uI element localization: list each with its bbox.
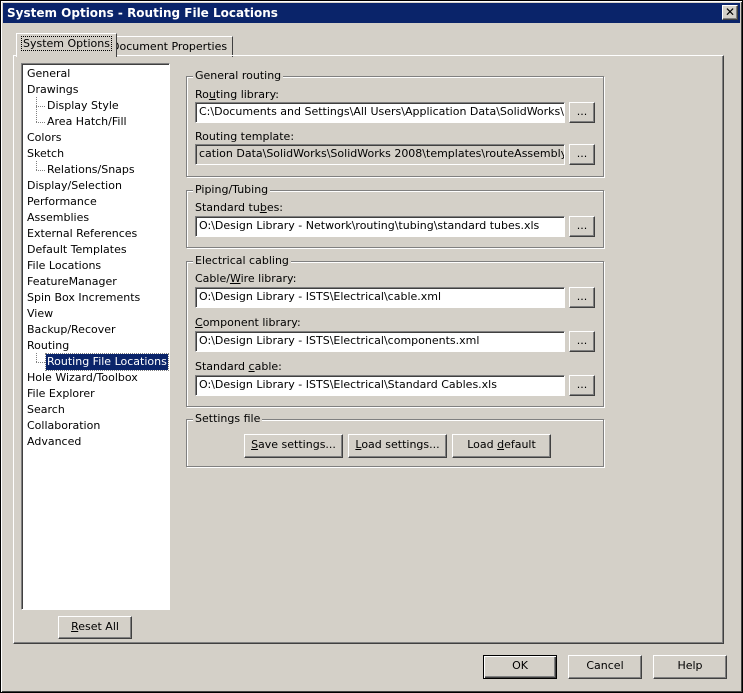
- wire-library-label: Cable/Wire library:: [195, 272, 296, 286]
- component-library-field[interactable]: O:\Design Library - ISTS\Electrical\comp…: [195, 331, 565, 352]
- routing-library-label-post: ting library:: [215, 88, 279, 101]
- tree-connector: [36, 106, 45, 107]
- tree-item[interactable]: External References: [26, 226, 138, 242]
- standard-cable-label-post: able:: [254, 360, 282, 373]
- tree-connector: [36, 170, 45, 171]
- tree-item[interactable]: Default Templates: [26, 242, 128, 258]
- tree-item[interactable]: FeatureManager: [26, 274, 118, 290]
- standard-cable-label: Standard cable:: [195, 360, 282, 374]
- tree-connector: [36, 161, 37, 170]
- electrical-cabling-title: Electrical cabling: [193, 254, 291, 268]
- tree-item[interactable]: Display Style: [46, 98, 120, 114]
- tree-item[interactable]: Area Hatch/Fill: [46, 114, 128, 130]
- standard-cable-field[interactable]: O:\Design Library - ISTS\Electrical\Stan…: [195, 375, 565, 396]
- routing-template-browse-button[interactable]: ...: [569, 144, 595, 165]
- tree-item[interactable]: Performance: [26, 194, 98, 210]
- wire-library-field[interactable]: O:\Design Library - ISTS\Electrical\cabl…: [195, 287, 565, 308]
- tree-connector: [36, 122, 45, 123]
- options-tree[interactable]: General Drawings Display Style Area Hatch/F…: [21, 63, 170, 610]
- piping-tubing-title: Piping/Tubing: [193, 183, 271, 197]
- save-settings-mnemonic: S: [251, 438, 259, 451]
- load-default-button[interactable]: Load default: [452, 434, 551, 458]
- tree-item[interactable]: Assemblies: [26, 210, 90, 226]
- load-default-label-post: efault: [504, 438, 536, 451]
- cancel-button[interactable]: Cancel: [568, 655, 642, 679]
- save-settings-button[interactable]: Save settings...: [244, 434, 343, 458]
- standard-tubes-label-pre: Standard tu: [195, 201, 260, 214]
- routing-template-field[interactable]: cation Data\SolidWorks\SolidWorks 2008\t…: [195, 144, 565, 165]
- tab-document-properties[interactable]: Document Properties: [105, 36, 234, 57]
- tree-connector: [36, 362, 45, 363]
- tree-item[interactable]: Collaboration: [26, 418, 101, 434]
- wire-library-mnemonic: W: [229, 272, 241, 285]
- tree-item[interactable]: General: [26, 66, 71, 82]
- load-settings-button[interactable]: Load settings...: [348, 434, 447, 458]
- reset-all-mn-post: eset All: [78, 620, 119, 633]
- routing-library-field[interactable]: C:\Documents and Settings\All Users\Appl…: [195, 102, 565, 123]
- tree-item[interactable]: Sketch: [26, 146, 65, 162]
- wire-library-label-pre: Cable/: [195, 272, 230, 285]
- component-library-mnemonic: C: [195, 316, 203, 329]
- tree-item[interactable]: Routing: [26, 338, 70, 354]
- standard-tubes-browse-button[interactable]: ...: [569, 216, 595, 237]
- wire-library-label-post: ire library:: [240, 272, 297, 285]
- standard-cable-browse-button[interactable]: ...: [569, 375, 595, 396]
- tree-item[interactable]: View: [26, 306, 54, 322]
- routing-library-label-pre: Ro: [195, 88, 209, 101]
- general-routing-title: General routing: [193, 69, 284, 83]
- help-button[interactable]: Help: [653, 655, 727, 679]
- tree-item[interactable]: Drawings: [26, 82, 79, 98]
- reset-all-button[interactable]: Reset All: [58, 616, 132, 639]
- tab-system-options-label: System Options: [21, 36, 112, 51]
- wire-library-browse-button[interactable]: ...: [569, 287, 595, 308]
- title-bar: System Options - Routing File Locations …: [3, 3, 740, 23]
- tree-item[interactable]: Relations/Snaps: [46, 162, 136, 178]
- component-library-label: Component library:: [195, 316, 301, 330]
- tree-item[interactable]: Routing File Locations: [45, 353, 169, 371]
- tree-item[interactable]: Advanced: [26, 434, 82, 450]
- standard-tubes-mnemonic: b: [259, 201, 267, 214]
- tree-connector: [36, 97, 37, 122]
- tree-item[interactable]: Colors: [26, 130, 62, 146]
- tab-document-properties-label: Document Properties: [111, 40, 228, 53]
- tree-item[interactable]: File Explorer: [26, 386, 96, 402]
- save-settings-label-post: ave settings...: [258, 438, 336, 451]
- window-title: System Options - Routing File Locations: [7, 6, 278, 20]
- settings-file-title: Settings file: [193, 412, 263, 426]
- standard-tubes-label-post: es:: [266, 201, 284, 214]
- system-options-window: System Options - Routing File Locations …: [0, 0, 743, 693]
- routing-library-label: Routing library:: [195, 88, 279, 102]
- tree-item[interactable]: Backup/Recover: [26, 322, 117, 338]
- tree-item[interactable]: Display/Selection: [26, 178, 123, 194]
- routing-library-browse-button[interactable]: ...: [569, 102, 595, 123]
- routing-template-label: Routing template:: [195, 130, 295, 143]
- component-library-label-post: omponent library:: [202, 316, 301, 329]
- tree-item[interactable]: File Locations: [26, 258, 102, 274]
- tree-item[interactable]: Spin Box Increments: [26, 290, 141, 306]
- close-icon[interactable]: ✕: [722, 5, 738, 20]
- load-default-label-pre: Load: [467, 438, 498, 451]
- tree-item[interactable]: Search: [26, 402, 66, 418]
- load-default-mnemonic: d: [497, 438, 505, 451]
- routing-library-mnemonic: u: [208, 88, 216, 101]
- standard-cable-label-pre: Standard: [195, 360, 249, 373]
- ok-button[interactable]: OK: [483, 655, 557, 679]
- tree-connector: [36, 353, 37, 362]
- load-settings-label-post: oad settings...: [361, 438, 440, 451]
- tree-item[interactable]: Hole Wizard/Toolbox: [26, 370, 139, 386]
- tab-system-options[interactable]: System Options: [16, 33, 117, 57]
- standard-tubes-field[interactable]: O:\Design Library - Network\routing\tubi…: [195, 216, 565, 237]
- standard-tubes-label: Standard tubes:: [195, 201, 283, 215]
- component-library-browse-button[interactable]: ...: [569, 331, 595, 352]
